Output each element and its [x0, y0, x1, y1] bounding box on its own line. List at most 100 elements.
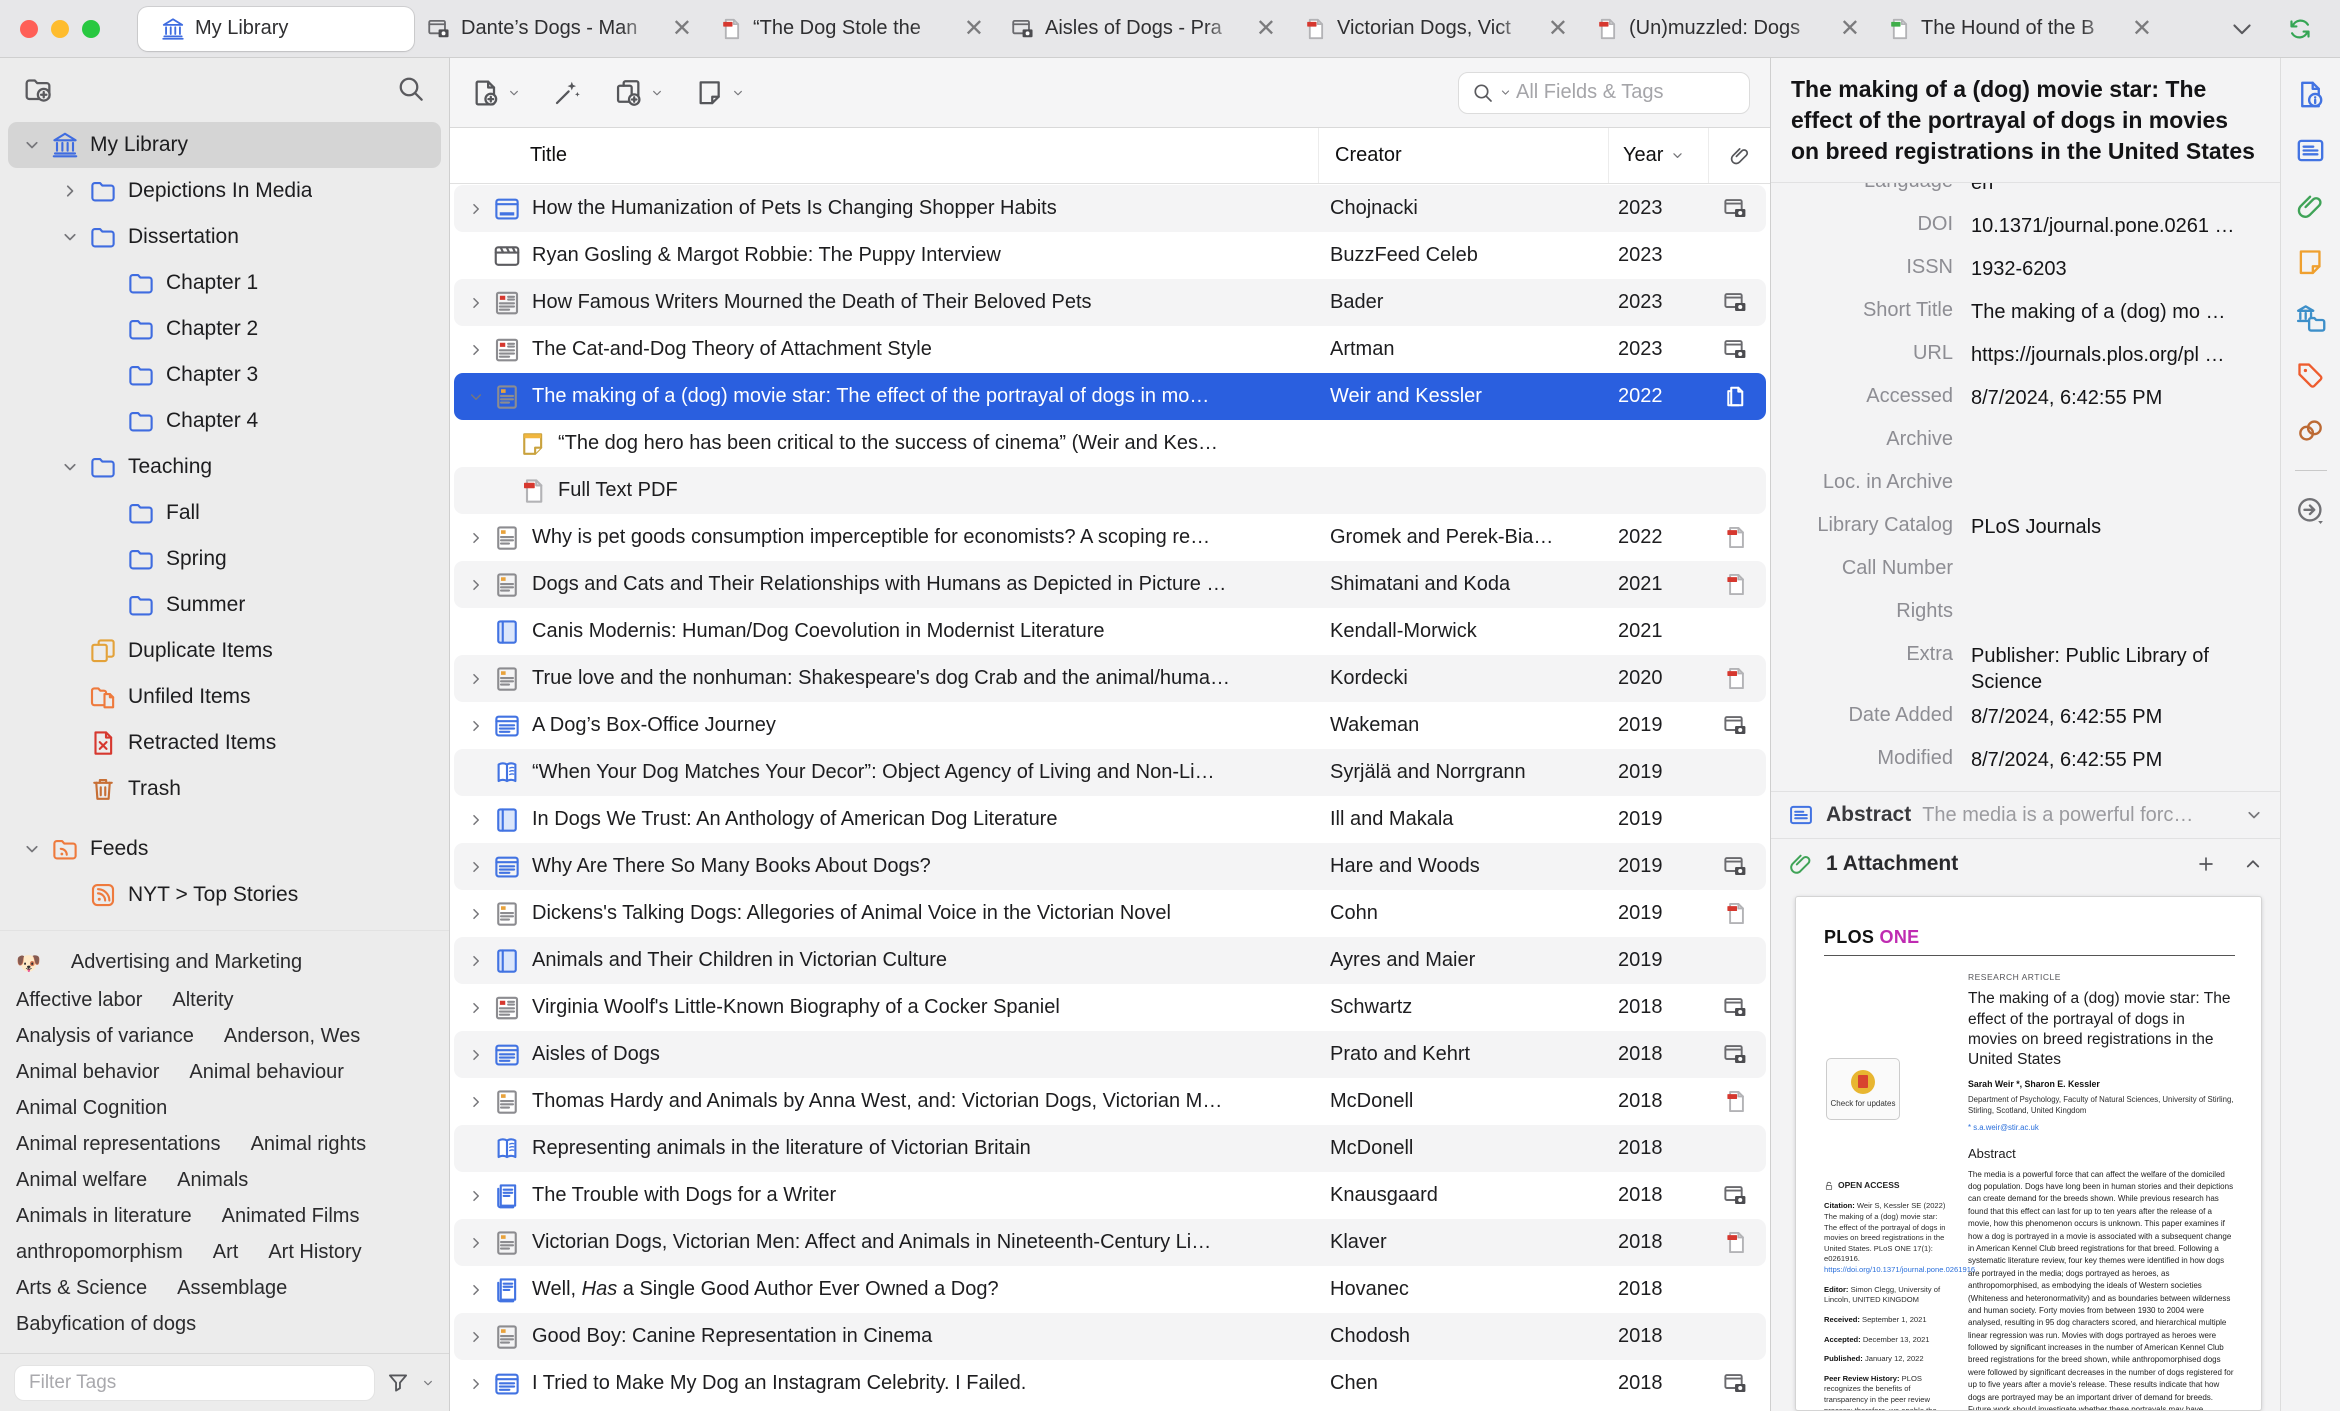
tag[interactable]: Babyfication of dogs [16, 1313, 196, 1336]
search-input[interactable] [1516, 81, 1737, 104]
tag[interactable]: Affective labor [16, 989, 142, 1012]
tag-filter-chevron-icon[interactable] [421, 1376, 435, 1390]
child-item-row[interactable]: “The dog hero has been critical to the s… [454, 420, 1766, 467]
tag[interactable]: Animals [177, 1169, 248, 1192]
item-pane-tab-notes[interactable] [2294, 246, 2327, 279]
tag[interactable]: Animal behavior [16, 1061, 159, 1084]
item-pane-tab-libraries[interactable] [2294, 302, 2327, 335]
sidebar-item-dissertation[interactable]: Dissertation [8, 214, 441, 260]
twisty[interactable] [462, 951, 490, 971]
tag[interactable]: Analysis of variance [16, 1025, 194, 1048]
tag[interactable]: Animal Cognition [16, 1097, 167, 1120]
sidebar-item-retracted-items[interactable]: Retracted Items [8, 720, 441, 766]
table-row[interactable]: Good Boy: Canine Representation in Cinem… [454, 1313, 1766, 1360]
table-row[interactable]: How the Humanization of Pets Is Changing… [454, 185, 1766, 232]
table-row[interactable]: Thomas Hardy and Animals by Anna West, a… [454, 1078, 1766, 1125]
tag[interactable]: Animal representations [16, 1133, 221, 1156]
twisty[interactable] [462, 575, 490, 595]
twisty[interactable] [462, 669, 490, 689]
sidebar-item-teaching[interactable]: Teaching [8, 444, 441, 490]
table-row[interactable]: True love and the nonhuman: Shakespeare'… [454, 655, 1766, 702]
twisty[interactable] [462, 810, 490, 830]
twisty[interactable] [462, 1374, 490, 1394]
attachments-section-header[interactable]: 1 Attachment [1771, 838, 2280, 888]
twisty[interactable] [462, 1092, 490, 1112]
table-row[interactable]: Why is pet goods consumption imperceptib… [454, 514, 1766, 561]
table-row[interactable]: Dogs and Cats and Their Relationships wi… [454, 561, 1766, 608]
tab-my-library[interactable]: My Library [138, 6, 414, 51]
twisty[interactable] [462, 857, 490, 877]
table-row[interactable]: I Tried to Make My Dog an Instagram Cele… [454, 1360, 1766, 1407]
field-value[interactable]: 10.1371/journal.pone.0261 … [1971, 213, 2270, 239]
twisty[interactable] [462, 1186, 490, 1206]
new-item-button[interactable] [470, 77, 521, 109]
new-attachment-button[interactable] [613, 77, 664, 109]
table-row[interactable]: Victorian Dogs, Victorian Men: Affect an… [454, 1219, 1766, 1266]
field-value[interactable]: 8/7/2024, 6:42:55 PM [1971, 747, 2270, 773]
window-zoom-button[interactable] [82, 19, 100, 38]
tag[interactable]: Art History [268, 1241, 361, 1264]
tag[interactable]: Advertising and Marketing [71, 951, 302, 976]
item-pane-tab-tags[interactable] [2294, 358, 2327, 391]
field-value[interactable]: 8/7/2024, 6:42:55 PM [1971, 704, 2270, 730]
twisty[interactable] [462, 716, 490, 736]
field-value[interactable]: https://journals.plos.org/pl … [1971, 342, 2270, 368]
twisty[interactable] [462, 1233, 490, 1253]
tab-close-button[interactable]: ✕ [1838, 16, 1862, 41]
tab-reader[interactable]: (Un)muzzled: Dogs ✕ [1582, 16, 1874, 42]
tab-reader[interactable]: Victorian Dogs, Vict ✕ [1290, 16, 1582, 42]
table-row[interactable]: Aisles of Dogs Prato and Kehrt 2018 [454, 1031, 1766, 1078]
table-row[interactable]: Ryan Gosling & Margot Robbie: The Puppy … [454, 232, 1766, 279]
tab-close-button[interactable]: ✕ [962, 16, 986, 41]
table-row[interactable]: Well, Has a Single Good Author Ever Owne… [454, 1266, 1766, 1313]
collapse-chevron-icon[interactable] [2242, 853, 2264, 875]
table-row[interactable]: The Cat-and-Dog Theory of Attachment Sty… [454, 326, 1766, 373]
sidebar-item-duplicate-items[interactable]: Duplicate Items [8, 628, 441, 674]
new-note-button[interactable] [694, 77, 745, 109]
tag[interactable]: Assemblage [177, 1277, 287, 1300]
item-pane-tab-related[interactable] [2294, 414, 2327, 447]
sync-icon[interactable] [2286, 15, 2314, 43]
twisty[interactable] [462, 1327, 490, 1347]
sidebar-item-chapter-4[interactable]: Chapter 4 [8, 398, 441, 444]
tab-close-button[interactable]: ✕ [1546, 16, 1570, 41]
table-row[interactable]: “When Your Dog Matches Your Decor”: Obje… [454, 749, 1766, 796]
table-row[interactable]: How Famous Writers Mourned the Death of … [454, 279, 1766, 326]
sidebar-item-chapter-1[interactable]: Chapter 1 [8, 260, 441, 306]
twisty[interactable] [462, 1280, 490, 1300]
table-row[interactable]: In Dogs We Trust: An Anthology of Americ… [454, 796, 1766, 843]
tab-close-button[interactable]: ✕ [670, 16, 694, 41]
column-header-attachment[interactable] [1708, 128, 1770, 183]
column-header-year[interactable]: Year [1608, 128, 1708, 183]
new-collection-icon[interactable] [22, 73, 54, 105]
sidebar-item-trash[interactable]: Trash [8, 766, 441, 812]
twisty[interactable] [462, 998, 490, 1018]
twisty[interactable] [462, 199, 490, 219]
item-pane-tab-attachments[interactable] [2294, 190, 2327, 223]
search-scope-chevron-icon[interactable] [1499, 86, 1512, 99]
tag[interactable]: Anderson, Wes [224, 1025, 360, 1048]
tag[interactable]: Animal rights [251, 1133, 367, 1156]
field-value[interactable]: PLoS Journals [1971, 514, 2270, 540]
twisty[interactable] [462, 387, 490, 407]
tab-overflow-chevron-icon[interactable] [2228, 15, 2256, 43]
table-row[interactable]: The Trouble with Dogs for a Writer Knausg… [454, 1172, 1766, 1219]
window-close-button[interactable] [20, 19, 38, 38]
tag-filter-input[interactable] [14, 1364, 375, 1401]
tag[interactable]: Art [213, 1241, 239, 1264]
tab-reader[interactable]: The Hound of the B ✕ [1874, 16, 2166, 42]
item-pane-tab-locate[interactable] [2294, 494, 2327, 527]
tag[interactable]: 🐶 [16, 951, 41, 976]
twisty[interactable] [462, 340, 490, 360]
tag-filter-funnel-icon[interactable] [385, 1370, 411, 1396]
field-value[interactable]: The making of a (dog) mo … [1971, 299, 2270, 325]
field-value[interactable]: 8/7/2024, 6:42:55 PM [1971, 385, 2270, 411]
tag[interactable]: Alterity [172, 989, 233, 1012]
tag[interactable]: Arts & Science [16, 1277, 147, 1300]
tab-reader[interactable]: Dante’s Dogs - Man ✕ [414, 16, 706, 42]
sidebar-item-unfiled-items[interactable]: Unfiled Items [8, 674, 441, 720]
field-value[interactable]: en [1971, 183, 2270, 196]
column-header-creator[interactable]: Creator [1318, 128, 1608, 183]
field-value[interactable]: Publisher: Public Library of Science [1971, 643, 2270, 695]
twisty[interactable] [462, 528, 490, 548]
